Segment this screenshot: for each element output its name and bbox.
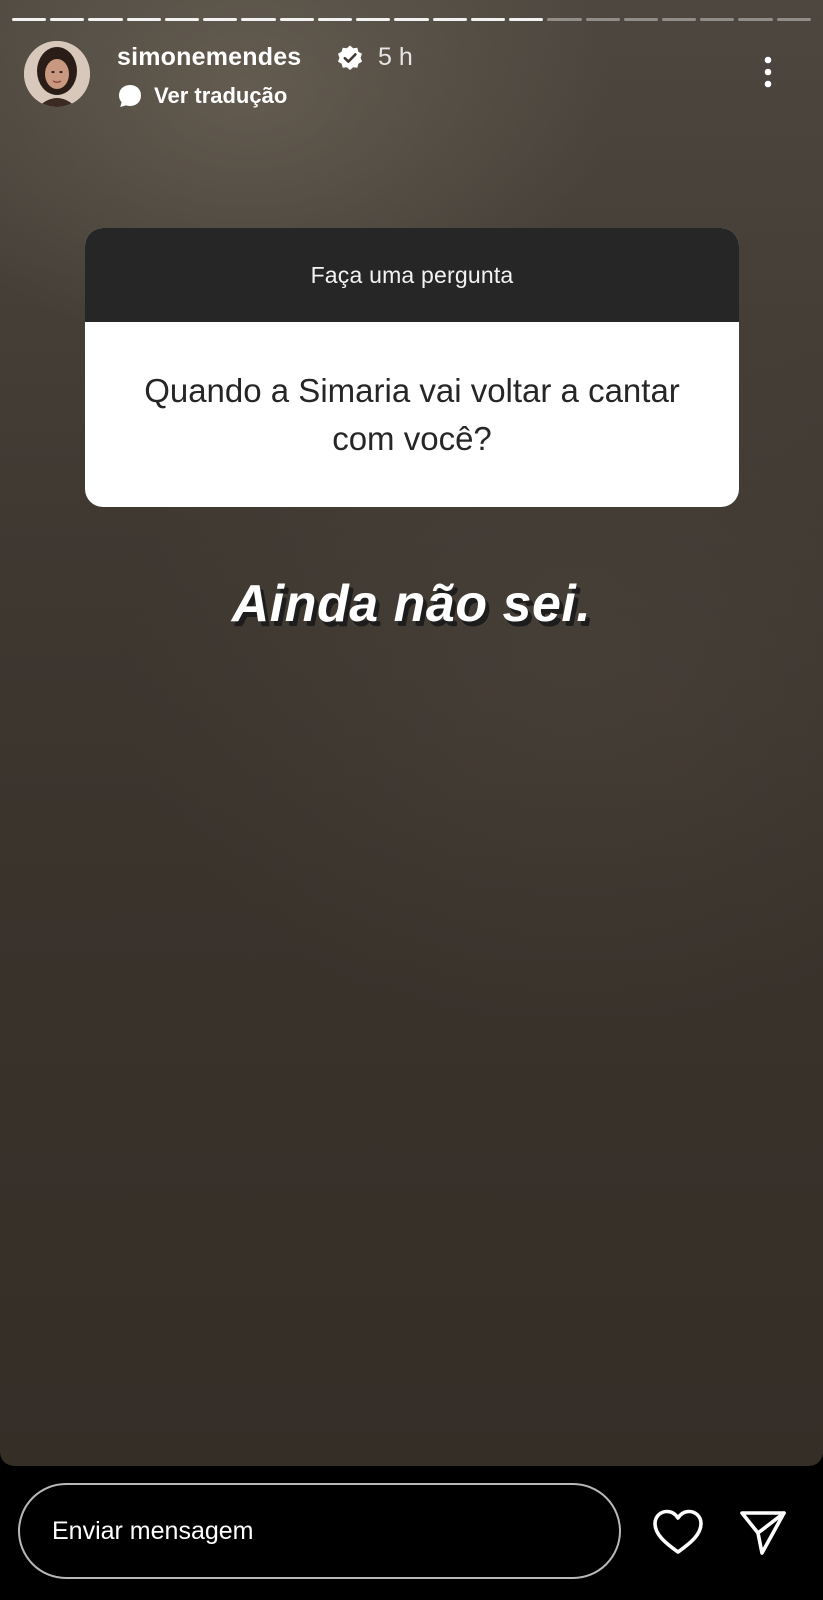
progress-segment (547, 18, 582, 21)
message-placeholder: Enviar mensagem (52, 1516, 254, 1545)
progress-segment (88, 18, 123, 21)
progress-segment (241, 18, 276, 21)
reply-bar: Enviar mensagem (0, 1466, 823, 1600)
translate-label: Ver tradução (154, 83, 288, 108)
progress-segment (50, 18, 85, 21)
question-sticker-title: Faça uma pergunta (85, 228, 739, 322)
progress-segment (776, 18, 811, 21)
speech-bubble-icon (119, 85, 141, 107)
story-header: simonemendes 5 h Ver tradução (24, 40, 799, 112)
progress-segment (623, 18, 658, 21)
progress-segment (585, 18, 620, 21)
progress-segment (317, 18, 353, 21)
progress-segment (279, 18, 314, 21)
progress-segment (12, 18, 47, 21)
progress-segment (661, 18, 697, 21)
question-text: Quando a Simaria vai voltar a cantar com… (144, 371, 680, 457)
message-input[interactable]: Enviar mensagem (18, 1483, 621, 1579)
progress-segment (203, 18, 238, 21)
progress-segment (700, 18, 735, 21)
send-icon[interactable] (738, 1507, 788, 1557)
story-viewer: simonemendes 5 h Ver tradução Faça uma p… (0, 0, 823, 1600)
username[interactable]: simonemendes (117, 43, 301, 72)
story-content[interactable]: simonemendes 5 h Ver tradução Faça uma p… (0, 0, 823, 1466)
progress-segment (509, 18, 544, 21)
verified-badge-icon (338, 45, 362, 70)
question-sticker[interactable]: Faça uma pergunta Quando a Simaria vai v… (85, 228, 739, 507)
progress-segment (356, 18, 391, 21)
progress-segment (738, 18, 773, 21)
more-vertical-icon[interactable] (757, 54, 779, 94)
progress-segment (394, 18, 429, 21)
progress-segment (432, 18, 467, 21)
post-time: 5 h (378, 43, 413, 71)
translate-button[interactable]: Ver tradução (117, 82, 287, 110)
answer-text: Ainda não sei. (231, 575, 592, 633)
story-progress-bar (12, 18, 811, 21)
avatar[interactable] (24, 41, 90, 107)
progress-segment (126, 18, 161, 21)
avatar-image (24, 41, 90, 107)
progress-segment (470, 18, 506, 21)
progress-segment (164, 18, 200, 21)
heart-icon[interactable] (652, 1508, 704, 1556)
